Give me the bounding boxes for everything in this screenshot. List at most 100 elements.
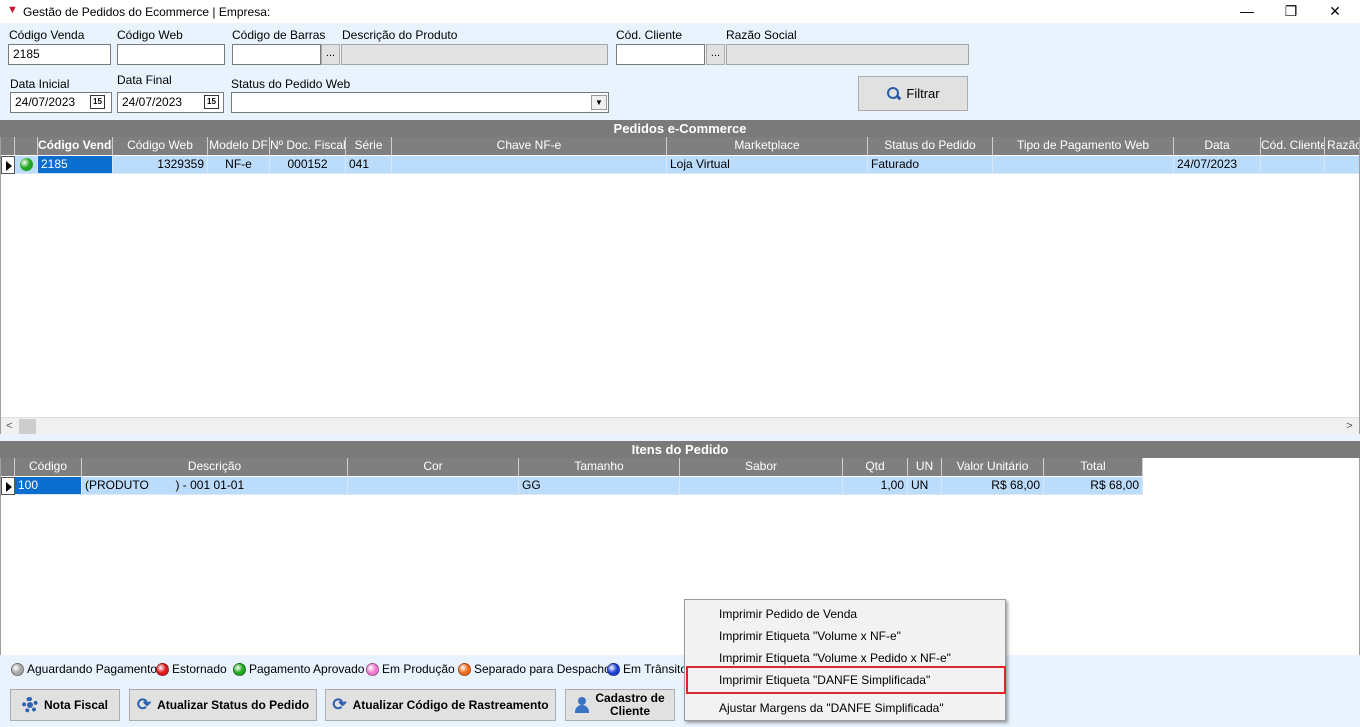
items-col-cor[interactable]: Cor (348, 458, 519, 476)
items-grid[interactable]: Código Descrição Cor Tamanho Sabor Qtd U… (0, 458, 1360, 655)
orders-col-data[interactable]: Data (1174, 137, 1261, 155)
legend-em-producao: Em Produção (366, 662, 455, 676)
item-total-cell[interactable]: R$ 68,00 (1044, 477, 1143, 495)
item-cor-cell[interactable] (348, 477, 519, 495)
cod-cliente-search-button[interactable]: ... (706, 44, 725, 65)
item-un-cell[interactable]: UN (908, 477, 942, 495)
item-sabor-cell[interactable] (680, 477, 843, 495)
serie-cell[interactable]: 041 (346, 156, 392, 174)
orders-section-title: Pedidos e-Commerce (0, 120, 1360, 137)
status-pedido-cell[interactable]: Faturado (868, 156, 993, 174)
cod-cliente-cell[interactable] (1261, 156, 1325, 174)
table-row[interactable]: 100 (PRODUTO ) - 001 01-01 GG 1,00 UN R$… (1, 477, 1143, 495)
menu-item-ajustar-margens[interactable]: Ajustar Margens da "DANFE Simplificada" (719, 701, 944, 715)
item-codigo-cell[interactable]: 100 (15, 477, 82, 495)
razao-cell[interactable] (1325, 156, 1359, 174)
chave-nfe-cell[interactable] (392, 156, 667, 174)
calendar-icon[interactable]: 15 (90, 95, 105, 109)
codigo-web-cell[interactable]: 1329359 (113, 156, 208, 174)
items-col-sabor[interactable]: Sabor (680, 458, 843, 476)
cadastro-cliente-button[interactable]: Cadastro de Cliente (565, 689, 675, 721)
title-bar: ▼ Gestão de Pedidos do Ecommerce | Empre… (0, 0, 1360, 23)
items-col-rowheader (1, 458, 15, 476)
menu-item-etiqueta-volume-pedido-nfe[interactable]: Imprimir Etiqueta "Volume x Pedido x NF-… (719, 651, 951, 665)
table-row[interactable]: 2185 1329359 NF-e 000152 041 Loja Virtua… (1, 156, 1359, 174)
orders-col-modelo-df[interactable]: Modelo DF (208, 137, 270, 155)
menu-item-etiqueta-volume-nfe[interactable]: Imprimir Etiqueta "Volume x NF-e" (719, 629, 901, 643)
menu-item-imprimir-pedido[interactable]: Imprimir Pedido de Venda (719, 607, 857, 621)
items-col-codigo[interactable]: Código (15, 458, 82, 476)
cod-cliente-input[interactable] (616, 44, 705, 65)
atualizar-rastreamento-label: Atualizar Código de Rastreamento (352, 698, 549, 712)
items-col-valor-unitario[interactable]: Valor Unitário (942, 458, 1044, 476)
orders-col-codigo-web[interactable]: Código Web (113, 137, 208, 155)
orders-col-chave-nfe[interactable]: Chave NF-e (392, 137, 667, 155)
cadastro-cliente-line2: Cliente (609, 704, 650, 718)
gear-icon (21, 697, 38, 713)
orders-col-status-pedido[interactable]: Status do Pedido (868, 137, 993, 155)
razao-social-input[interactable] (726, 44, 969, 65)
descricao-produto-label: Descrição do Produto (342, 28, 458, 42)
orders-col-codigo-venda[interactable]: Código Venda (38, 137, 113, 155)
nota-fiscal-button[interactable]: Nota Fiscal (10, 689, 120, 721)
descricao-produto-input[interactable] (341, 44, 608, 65)
doc-fiscal-cell[interactable]: 000152 (270, 156, 346, 174)
status-pedido-web-select[interactable] (231, 92, 609, 113)
codigo-web-input[interactable] (117, 44, 225, 65)
codigo-barras-input[interactable] (232, 44, 321, 65)
context-menu[interactable]: Imprimir Pedido de Venda Imprimir Etique… (684, 599, 1006, 721)
row-selector-icon[interactable] (1, 156, 15, 174)
app-logo-icon: ▼ (7, 4, 18, 16)
items-col-un[interactable]: UN (908, 458, 942, 476)
legend-aguardando: Aguardando Pagamento (11, 662, 157, 676)
orders-col-razao[interactable]: Razão (1325, 137, 1359, 155)
orders-col-marketplace[interactable]: Marketplace (667, 137, 868, 155)
orders-col-cod-cliente[interactable]: Cód. Cliente (1261, 137, 1325, 155)
scroll-left-icon[interactable]: < (1, 418, 18, 435)
orders-col-serie[interactable]: Série (346, 137, 392, 155)
items-col-qtd[interactable]: Qtd (843, 458, 908, 476)
filter-button[interactable]: Filtrar (858, 76, 968, 111)
filter-button-label: Filtrar (906, 86, 940, 101)
legend-estornado: Estornado (156, 662, 227, 676)
maximize-button[interactable]: ❐ (1268, 0, 1314, 23)
item-descricao-cell[interactable]: (PRODUTO ) - 001 01-01 (82, 477, 348, 495)
items-col-descricao[interactable]: Descrição (82, 458, 348, 476)
window-title: Gestão de Pedidos do Ecommerce | Empresa… (23, 5, 271, 19)
modelo-df-cell[interactable]: NF-e (208, 156, 270, 174)
item-valor-unitario-cell[interactable]: R$ 68,00 (942, 477, 1044, 495)
scroll-thumb[interactable] (19, 419, 36, 434)
status-legend: Aguardando Pagamento Estornado Pagamento… (0, 655, 1360, 682)
chevron-down-icon[interactable]: ▼ (591, 95, 607, 110)
atualizar-status-button[interactable]: ⟳ Atualizar Status do Pedido (129, 689, 317, 721)
data-inicial-label: Data Inicial (10, 77, 70, 91)
orders-col-doc-fiscal[interactable]: Nº Doc. Fiscal (270, 137, 346, 155)
minimize-button[interactable]: — (1224, 0, 1270, 23)
close-button[interactable]: ✕ (1312, 0, 1358, 23)
menu-item-etiqueta-danfe-simplificada[interactable]: Imprimir Etiqueta "DANFE Simplificada" (719, 673, 930, 687)
orders-col-tipo-pagamento[interactable]: Tipo de Pagamento Web (993, 137, 1174, 155)
legend-label: Em Trânsito (623, 662, 688, 676)
codigo-venda-input[interactable]: 2185 (8, 44, 111, 65)
row-selector-icon[interactable] (1, 477, 15, 495)
data-cell[interactable]: 24/07/2023 (1174, 156, 1261, 174)
atualizar-rastreamento-button[interactable]: ⟳ Atualizar Código de Rastreamento (325, 689, 556, 721)
items-col-tamanho[interactable]: Tamanho (519, 458, 680, 476)
calendar-icon[interactable]: 15 (204, 95, 219, 109)
item-tamanho-cell[interactable]: GG (519, 477, 680, 495)
items-col-total[interactable]: Total (1044, 458, 1143, 476)
cadastro-cliente-label: Cadastro de Cliente (595, 692, 664, 718)
scroll-right-icon[interactable]: > (1341, 418, 1358, 435)
orders-grid[interactable]: Código Venda Código Web Modelo DF Nº Doc… (0, 137, 1360, 434)
codigo-venda-cell[interactable]: 2185 (38, 156, 113, 174)
codigo-barras-search-button[interactable]: ... (321, 44, 340, 65)
legend-label: Aguardando Pagamento (27, 662, 158, 676)
codigo-web-label: Código Web (117, 28, 183, 42)
marketplace-cell[interactable]: Loja Virtual (667, 156, 868, 174)
horizontal-scrollbar[interactable]: < > (1, 417, 1359, 434)
item-qtd-cell[interactable]: 1,00 (843, 477, 908, 495)
razao-social-label: Razão Social (726, 28, 797, 42)
legend-dot-icon (156, 662, 169, 676)
tipo-pagamento-cell[interactable] (993, 156, 1174, 174)
legend-em-transito: Em Trânsito (607, 662, 687, 676)
